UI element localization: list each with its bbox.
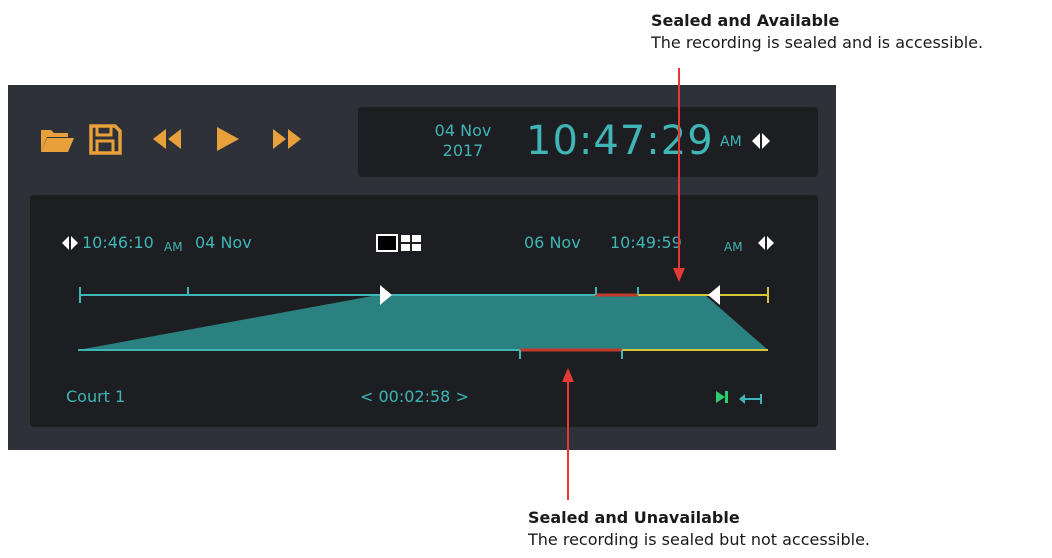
fast-forward-icon[interactable] [268,120,306,158]
zoom-region [78,295,768,350]
callout-title: Sealed and Available [651,11,840,30]
playback-panel: 04 Nov 2017 10:47:29 AM 10:46:10 AM 04 N… [8,85,836,450]
callout-title: Sealed and Unavailable [528,508,740,527]
folder-open-icon[interactable] [38,120,76,158]
clock-date: 04 Nov 2017 [428,121,498,161]
callout-description: The recording is sealed and is accessibl… [651,33,984,52]
playback-toolbar [38,120,338,170]
callout-sealed-unavailable: Sealed and Unavailable The recording is … [528,507,870,551]
timeline-panel: 10:46:10 AM 04 Nov 06 Nov 10:49:59 AM Co… [30,195,818,427]
duration-display[interactable]: < 00:02:58 > [360,387,469,407]
callout-sealed-available: Sealed and Available The recording is se… [651,10,983,54]
channel-name: Court 1 [66,387,126,406]
clock-date-day: 04 Nov [434,121,492,140]
skip-to-end-icon[interactable] [714,389,730,405]
callout-description: The recording is sealed but not accessib… [528,530,870,549]
save-icon[interactable] [86,120,124,158]
clock-display: 04 Nov 2017 10:47:29 AM [358,107,818,177]
jump-to-start-icon[interactable] [738,391,764,405]
rewind-icon[interactable] [148,120,186,158]
clock-date-year: 2017 [442,141,484,160]
clock-adjust-arrows-icon[interactable] [750,131,772,151]
clock-ampm: AM [720,134,742,150]
clock-time: 10:47:29 [526,118,714,164]
play-icon[interactable] [208,120,246,158]
